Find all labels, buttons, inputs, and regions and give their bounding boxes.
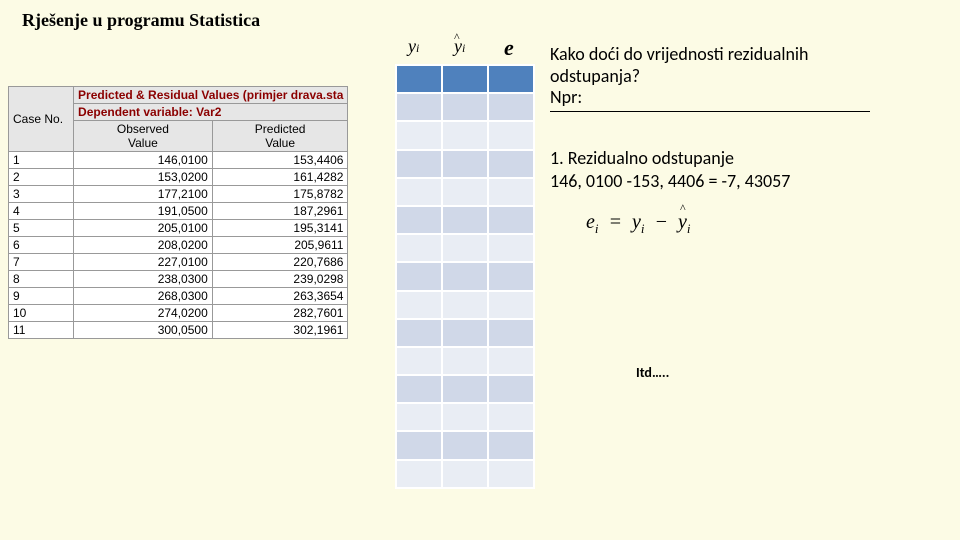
- col-observed: ObservedValue: [74, 121, 213, 152]
- table-row: 3177,2100175,8782: [9, 186, 348, 203]
- table-row: 4191,0500187,2961: [9, 203, 348, 220]
- symbol-e: e: [504, 35, 514, 61]
- symbol-yhat: yi: [454, 36, 465, 57]
- table-row: 5205,0100195,3141: [9, 220, 348, 237]
- question-text: Kako doći do vrijednosti rezidualnih ods…: [550, 44, 870, 112]
- table-title-1: Predicted & Residual Values (primjer dra…: [74, 87, 348, 104]
- col-predicted: PredictedValue: [212, 121, 348, 152]
- table-row: 1146,0100153,4406: [9, 152, 348, 169]
- page-title: Rješenje u programu Statistica: [22, 10, 260, 31]
- table-row: 6208,0200205,9611: [9, 237, 348, 254]
- answer-text: 1. Rezidualno odstupanje 146, 0100 -153,…: [550, 147, 790, 192]
- table-row: 10274,0200282,7601: [9, 305, 348, 322]
- table-row: 2153,0200161,4282: [9, 169, 348, 186]
- residual-placeholder-table: [395, 64, 535, 489]
- symbol-y: yi: [408, 36, 419, 57]
- statistica-output-table: Case No. Predicted & Residual Values (pr…: [8, 86, 348, 339]
- table-row: 9268,0300263,3654: [9, 288, 348, 305]
- table-title-2: Dependent variable: Var2: [74, 104, 348, 121]
- table-row: 7227,0100220,7686: [9, 254, 348, 271]
- etc-label: Itd…..: [636, 364, 669, 381]
- table-row: 8238,0300239,0298: [9, 271, 348, 288]
- residual-formula: ei = yi − ^yi: [586, 211, 691, 237]
- table-row: 11300,0500302,1961: [9, 322, 348, 339]
- col-case: Case No.: [9, 87, 74, 152]
